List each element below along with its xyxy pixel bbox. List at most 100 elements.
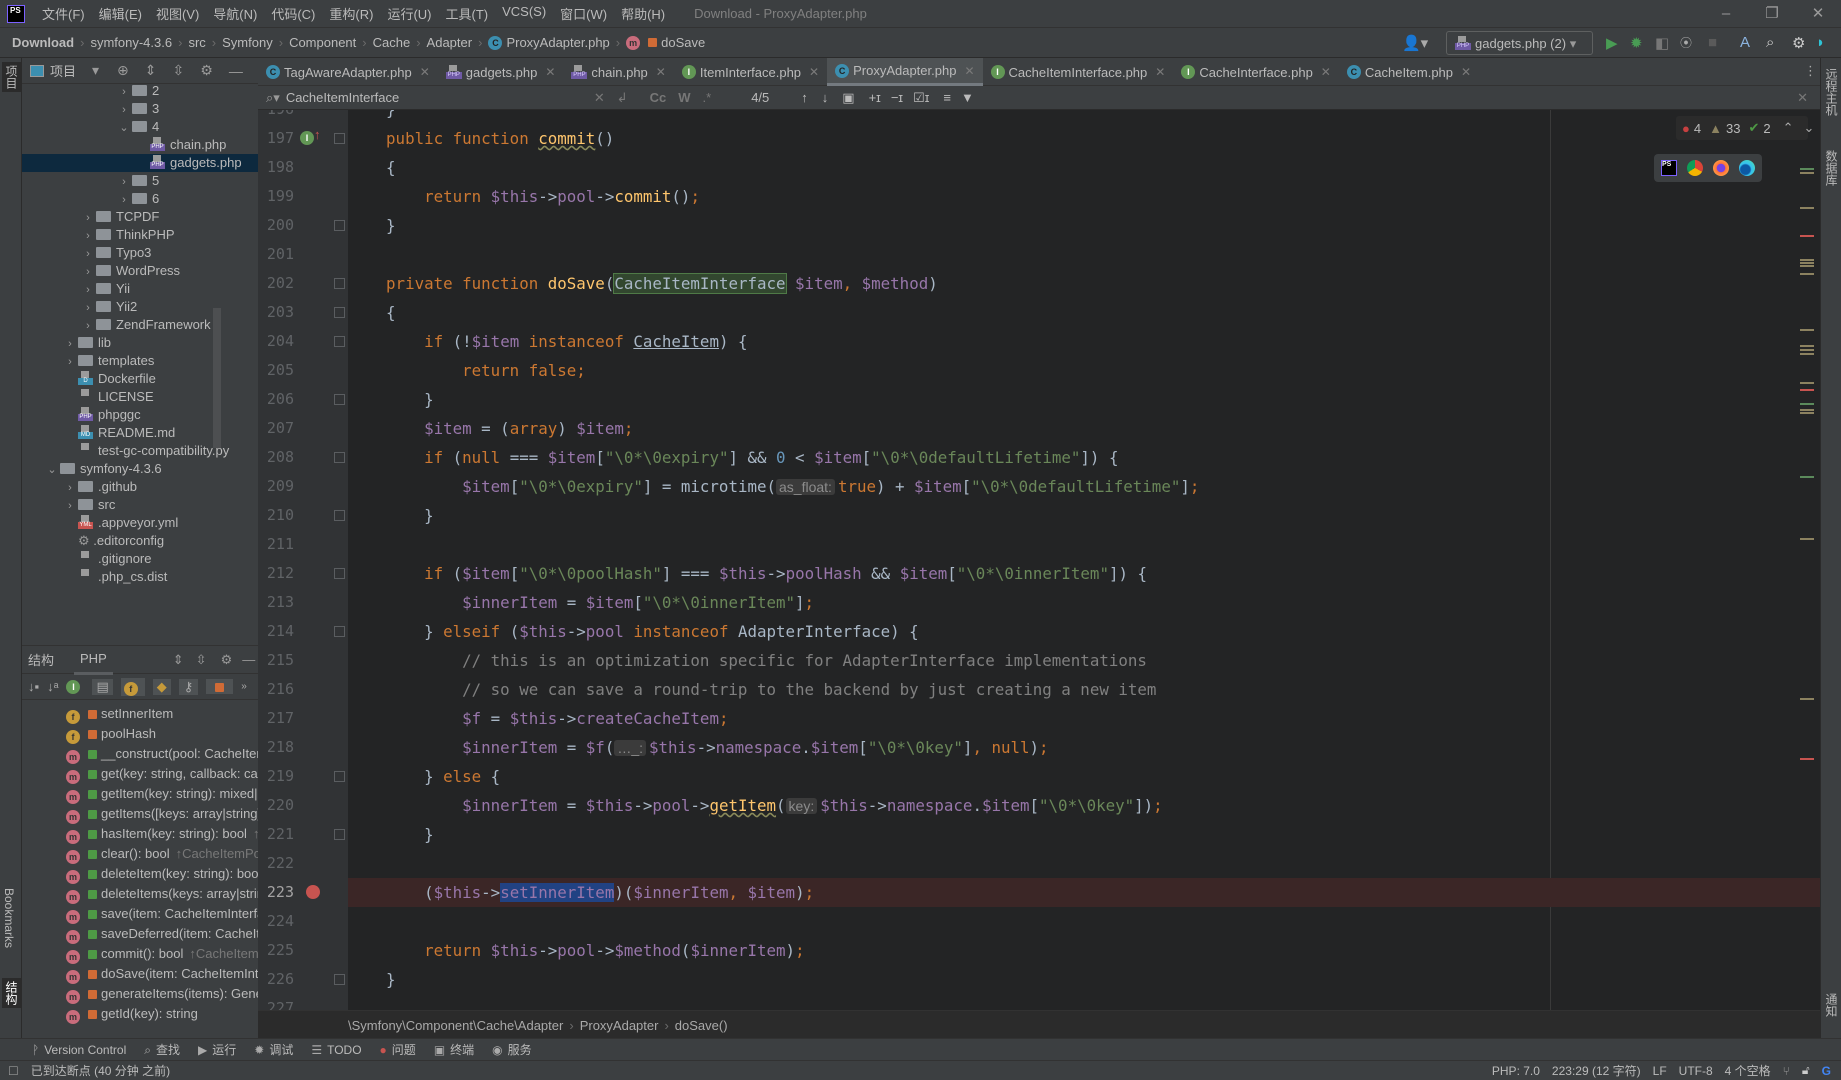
chevron-right-icon[interactable]: › bbox=[62, 335, 78, 353]
more-icon[interactable]: » bbox=[241, 681, 247, 692]
clear-search-icon[interactable]: ✕ bbox=[594, 90, 605, 106]
error-stripe-mark[interactable] bbox=[1800, 382, 1814, 384]
error-stripe-mark[interactable] bbox=[1800, 259, 1814, 261]
close-tab-icon[interactable]: ✕ bbox=[964, 64, 974, 78]
tree-item[interactable]: › TCPDF bbox=[22, 208, 258, 226]
notifications-tool-tab[interactable]: 通知 bbox=[1823, 993, 1840, 1017]
fold-marker-icon[interactable] bbox=[334, 568, 345, 579]
tool-window-services[interactable]: ◉ 服务 bbox=[492, 1041, 532, 1058]
fold-marker-icon[interactable] bbox=[334, 829, 345, 840]
tab-gadgets[interactable]: gadgets.php ✕ bbox=[438, 58, 564, 86]
tree-item[interactable]: › Yii bbox=[22, 280, 258, 298]
tree-item[interactable]: › src bbox=[22, 496, 258, 514]
chevron-right-icon[interactable]: › bbox=[116, 83, 132, 101]
structure-item[interactable]: m commit(): bool ↑CacheItemI bbox=[22, 944, 258, 964]
tree-item[interactable]: test-gc-compatibility.py bbox=[22, 442, 258, 460]
override-arrow-icon[interactable]: ↑ bbox=[314, 127, 321, 142]
tree-item[interactable]: PHP phpggc bbox=[22, 406, 258, 424]
tree-item[interactable]: › 2 bbox=[22, 82, 258, 100]
error-stripe-mark[interactable] bbox=[1800, 409, 1814, 411]
tab-proxyadapter[interactable]: C ProxyAdapter.php ✕ bbox=[827, 58, 983, 86]
hide-icon[interactable]: — bbox=[242, 652, 255, 667]
tool-window-branch[interactable]: ᚹ Version Control bbox=[32, 1043, 126, 1057]
minimize-button[interactable]: – bbox=[1703, 0, 1749, 28]
structure-item[interactable]: m deleteItem(key: string): bool bbox=[22, 864, 258, 884]
structure-item[interactable]: m saveDeferred(item: CacheItem bbox=[22, 924, 258, 944]
match-case-toggle[interactable]: Cc bbox=[650, 90, 667, 105]
close-tab-icon[interactable]: ✕ bbox=[420, 65, 430, 79]
debug-icon[interactable]: ✹ bbox=[1630, 34, 1643, 52]
menu-item[interactable]: 运行(U) bbox=[380, 4, 438, 23]
line-separator[interactable]: LF bbox=[1653, 1064, 1667, 1078]
menu-item[interactable]: 窗口(W) bbox=[553, 4, 614, 23]
chevron-right-icon[interactable]: › bbox=[116, 191, 132, 209]
fold-marker-icon[interactable] bbox=[334, 974, 345, 985]
breadcrumb-item[interactable]: src bbox=[188, 35, 205, 50]
breadcrumb-item[interactable]: doSave bbox=[661, 35, 705, 50]
error-stripe-mark[interactable] bbox=[1800, 412, 1814, 414]
project-scrollbar[interactable] bbox=[213, 308, 221, 448]
crumb-method[interactable]: doSave() bbox=[675, 1018, 728, 1033]
tab-chain[interactable]: chain.php ✕ bbox=[563, 58, 673, 86]
error-stripe-mark[interactable] bbox=[1800, 273, 1814, 275]
close-window-button[interactable]: ✕ bbox=[1795, 0, 1841, 28]
error-stripe-mark[interactable] bbox=[1800, 265, 1814, 267]
tree-item[interactable]: ⚙ .editorconfig bbox=[22, 532, 258, 550]
chevron-right-icon[interactable]: › bbox=[80, 299, 96, 317]
chevron-right-icon[interactable]: › bbox=[62, 353, 78, 371]
tree-item[interactable]: › WordPress bbox=[22, 262, 258, 280]
tab-cacheitem[interactable]: C CacheItem.php ✕ bbox=[1339, 58, 1479, 86]
tool-window-search[interactable]: ⌕ 查找 bbox=[144, 1041, 180, 1058]
tool-window-terminal[interactable]: ▣ 终端 bbox=[434, 1041, 474, 1058]
expand-all-icon[interactable]: ⇕ bbox=[173, 652, 184, 668]
fold-marker-icon[interactable] bbox=[334, 307, 345, 318]
tree-item[interactable]: › ZendFramework bbox=[22, 316, 258, 334]
chevron-down-icon[interactable]: ⌄ bbox=[116, 119, 132, 137]
close-find-icon[interactable]: ✕ bbox=[1797, 90, 1808, 106]
status-message[interactable]: 已到达断点 (40 分钟 之前) bbox=[31, 1062, 170, 1079]
tree-item[interactable]: LICENSE bbox=[22, 388, 258, 406]
tree-item[interactable]: › templates bbox=[22, 352, 258, 370]
fold-marker-icon[interactable] bbox=[334, 336, 345, 347]
menu-item[interactable]: 代码(C) bbox=[264, 4, 322, 23]
tree-item[interactable]: MD README.md bbox=[22, 424, 258, 442]
chevron-right-icon[interactable]: › bbox=[80, 209, 96, 227]
tree-item[interactable]: .gitignore bbox=[22, 550, 258, 568]
chevron-right-icon[interactable]: › bbox=[80, 263, 96, 281]
structure-item[interactable]: m deleteItems(keys: array|string bbox=[22, 884, 258, 904]
toggle-tool-windows-icon[interactable]: ☐ bbox=[8, 1064, 19, 1078]
error-stripe-mark[interactable] bbox=[1800, 329, 1814, 331]
tree-item[interactable]: › 5 bbox=[22, 172, 258, 190]
fold-marker-icon[interactable] bbox=[334, 394, 345, 405]
close-tab-icon[interactable]: ✕ bbox=[545, 65, 555, 79]
menu-item[interactable]: 文件(F) bbox=[35, 4, 92, 23]
find-input[interactable] bbox=[285, 90, 586, 105]
show-includes-icon[interactable]: ▤ bbox=[92, 678, 113, 695]
editor-gutter[interactable]: 196 197 I↑ 198 199 200 201 202 203 204 205 206 207 20… bbox=[258, 110, 348, 1068]
breadcrumb-item[interactable]: Download bbox=[12, 35, 74, 50]
error-stripe-mark[interactable] bbox=[1800, 235, 1814, 237]
expand-all-icon[interactable]: ⇕ bbox=[145, 62, 157, 79]
readonly-lock-icon[interactable]: 🔓︎ bbox=[1802, 1063, 1810, 1078]
error-stripe-mark[interactable] bbox=[1800, 349, 1814, 351]
implements-icon[interactable]: I bbox=[300, 131, 314, 145]
structure-item[interactable]: mhasItem(key: string): bool↑ bbox=[22, 824, 258, 844]
multiline-icon[interactable]: ↲ bbox=[617, 90, 628, 106]
inspection-widget[interactable]: ● 4 ▲ 33 ✔ 2 ⌃ ⌄ bbox=[1676, 116, 1814, 140]
tree-item[interactable]: › 3 bbox=[22, 100, 258, 118]
filter-icon[interactable]: ▼ bbox=[961, 90, 974, 105]
whole-words-toggle[interactable]: W bbox=[678, 90, 690, 105]
hide-icon[interactable]: — bbox=[229, 63, 243, 79]
chevron-right-icon[interactable]: › bbox=[62, 479, 78, 497]
structure-item[interactable]: m getItem(key: string): mixed|CacheItem bbox=[22, 784, 258, 804]
structure-item[interactable]: m doSave(item: CacheItemInte bbox=[22, 964, 258, 984]
breadcrumb-item[interactable]: Cache bbox=[373, 35, 411, 50]
tree-item[interactable]: › Typo3 bbox=[22, 244, 258, 262]
chevron-right-icon[interactable]: › bbox=[80, 317, 96, 335]
tab-iteminterface[interactable]: I ItemInterface.php ✕ bbox=[674, 58, 827, 86]
structure-item[interactable]: m __construct(pool: CacheItemPoolInterfac… bbox=[22, 744, 258, 764]
close-tab-icon[interactable]: ✕ bbox=[1461, 65, 1471, 79]
chevron-right-icon[interactable]: › bbox=[80, 281, 96, 299]
close-tab-icon[interactable]: ✕ bbox=[809, 65, 819, 79]
tool-window-run[interactable]: ▶ 运行 bbox=[198, 1041, 236, 1058]
